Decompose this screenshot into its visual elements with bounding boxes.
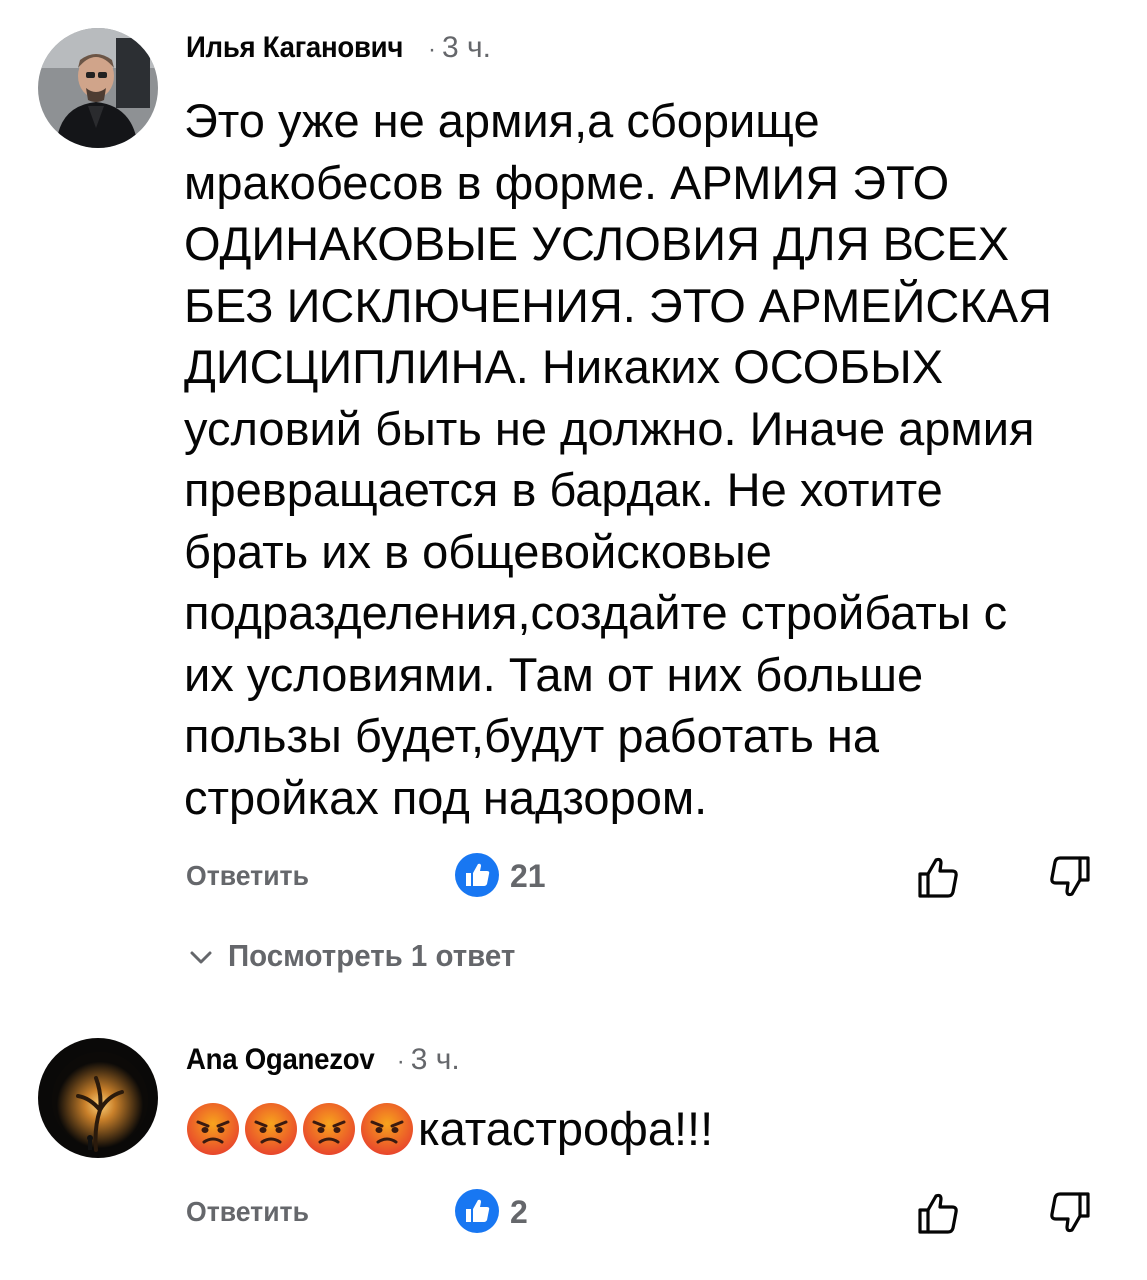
comment-text-row: катастрофа!!! xyxy=(186,1101,713,1161)
thumbs-up-outline-icon[interactable] xyxy=(914,852,962,902)
thumbs-up-outline-icon[interactable] xyxy=(914,1188,962,1238)
author-name[interactable]: Илья Каганович xyxy=(186,30,403,66)
chevron-down-icon xyxy=(190,951,212,964)
thumbs-down-outline-icon[interactable] xyxy=(1046,852,1094,902)
reply-button[interactable]: Ответить xyxy=(186,860,309,892)
comment-header: Ana Oganezov · 3 ч. xyxy=(186,1042,460,1080)
thumbs-down-outline-icon[interactable] xyxy=(1046,1188,1094,1238)
avatar[interactable] xyxy=(38,1038,158,1158)
comment-text: Это уже не армия,а сборище мракобесов в … xyxy=(184,94,1052,824)
comment-text: катастрофа!!! xyxy=(418,1102,714,1155)
timestamp[interactable]: 3 ч. xyxy=(411,1043,460,1076)
author-name[interactable]: Ana Oganezov xyxy=(186,1042,375,1078)
view-replies-button[interactable]: Посмотреть 1 ответ xyxy=(188,936,530,976)
like-count[interactable]: 21 xyxy=(510,858,546,895)
like-count[interactable]: 2 xyxy=(510,1194,528,1231)
view-replies-label: Посмотреть 1 ответ xyxy=(228,938,516,973)
angry-face-icon xyxy=(361,1102,413,1155)
angry-face-icon xyxy=(187,1102,239,1155)
reply-button[interactable]: Ответить xyxy=(186,1196,309,1228)
comment-header: Илья Каганович · 3 ч. xyxy=(186,30,491,68)
thumbs-up-badge-icon xyxy=(455,1189,499,1233)
comment-actions: Ответить 2 xyxy=(186,1188,1106,1238)
angry-face-icon xyxy=(245,1102,297,1155)
angry-face-icon xyxy=(303,1102,355,1155)
thumbs-up-badge-icon xyxy=(455,853,499,897)
separator-dot: · xyxy=(396,1048,405,1075)
timestamp[interactable]: 3 ч. xyxy=(442,31,491,64)
avatar[interactable] xyxy=(38,28,158,148)
separator-dot: · xyxy=(428,36,436,63)
comment-actions: Ответить 21 xyxy=(186,852,1106,902)
